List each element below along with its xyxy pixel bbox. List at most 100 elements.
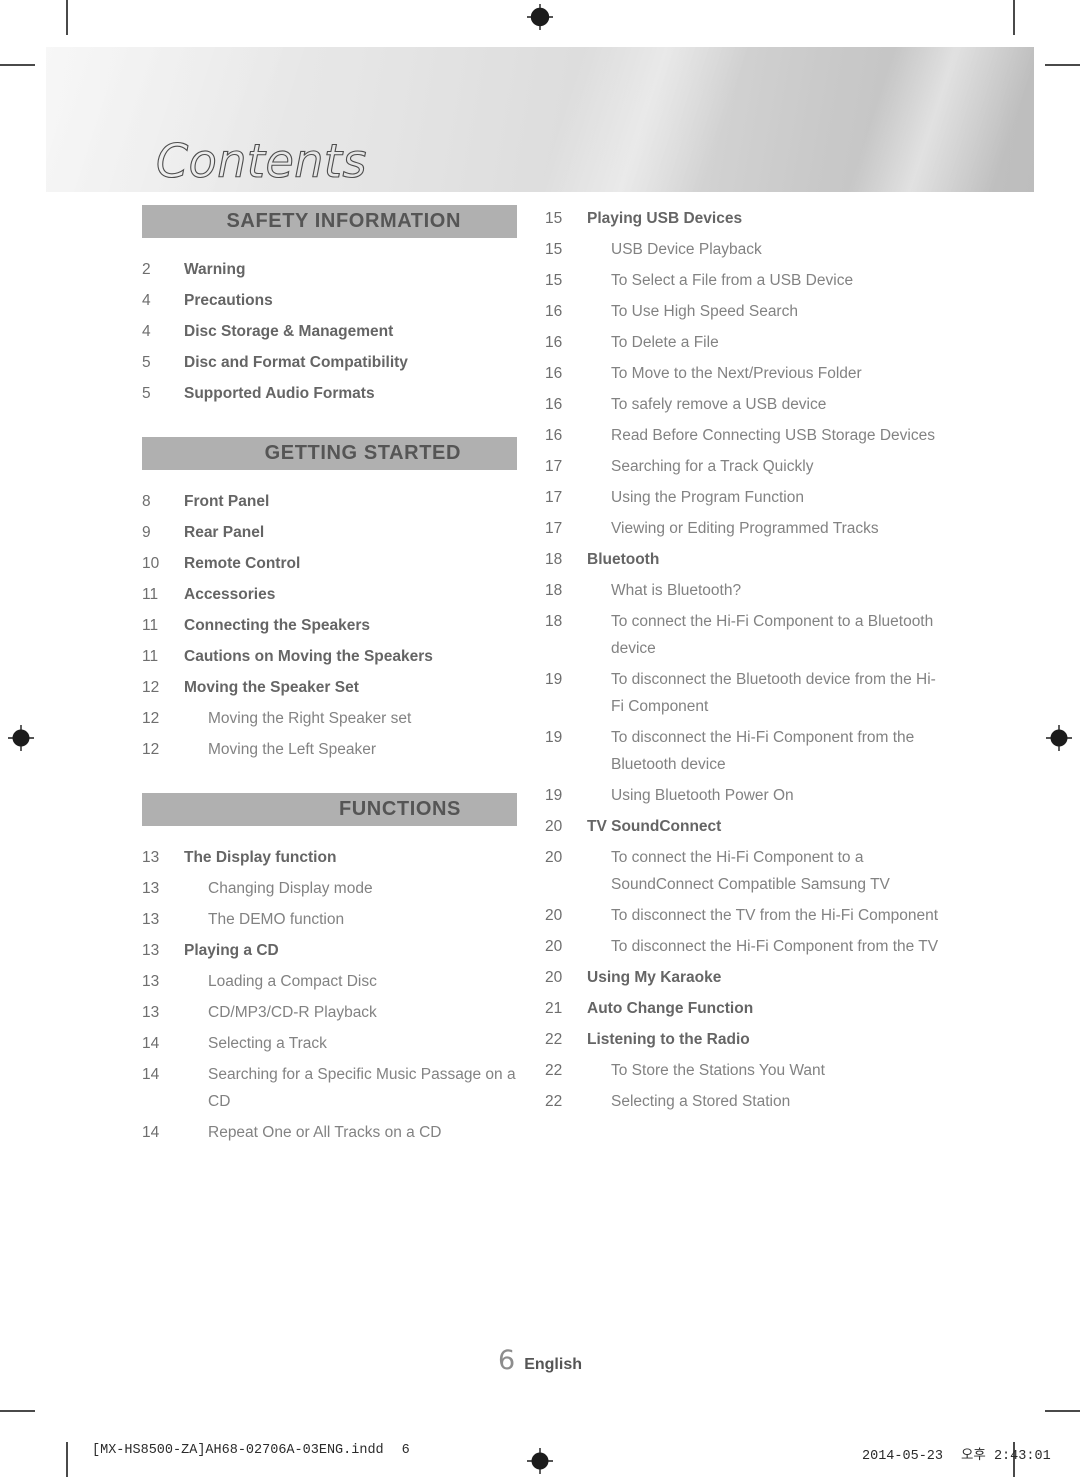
toc-entry[interactable]: 20 To connect the Hi-Fi Component to a So… <box>545 844 945 898</box>
toc-entry[interactable]: 16 To Use High Speed Search <box>545 298 945 325</box>
toc-entry-title: To safely remove a USB device <box>611 396 827 413</box>
toc-entry[interactable]: 12 Moving the Speaker Set <box>142 674 517 701</box>
toc-entry[interactable]: 16 To Delete a File <box>545 329 945 356</box>
toc-entry[interactable]: 5 Supported Audio Formats <box>142 380 517 407</box>
toc-entry-page-number: 8 <box>142 493 151 510</box>
toc-entry[interactable]: 10 Remote Control <box>142 550 517 577</box>
toc-entry-title: To disconnect the Hi-Fi Component from t… <box>611 938 939 955</box>
toc-entry-title: Auto Change Function <box>587 1000 754 1017</box>
toc-entry[interactable]: 17 Viewing or Editing Programmed Tracks <box>545 515 945 542</box>
toc-entry-title: Viewing or Editing Programmed Tracks <box>611 520 879 537</box>
toc-entry-page-number: 18 <box>545 582 563 599</box>
toc-entry-page-number: 12 <box>142 741 160 758</box>
toc-entry[interactable]: 13 Playing a CD <box>142 937 517 964</box>
toc-entry[interactable]: 16 To Move to the Next/Previous Folder <box>545 360 945 387</box>
toc-entry[interactable]: 4 Disc Storage & Management <box>142 318 517 345</box>
toc-entry-title: Cautions on Moving the Speakers <box>184 648 433 665</box>
toc-entry[interactable]: 14 Repeat One or All Tracks on a CD <box>142 1119 517 1146</box>
toc-entry-page-number: 4 <box>142 292 151 309</box>
toc-entry-page-number: 14 <box>142 1035 160 1052</box>
toc-entry-title: Loading a Compact Disc <box>208 973 377 990</box>
toc-entry-page-number: 20 <box>545 907 563 924</box>
toc-entry-title: CD/MP3/CD-R Playback <box>208 1004 377 1021</box>
toc-entry[interactable]: 13 The DEMO function <box>142 906 517 933</box>
toc-section-header: FUNCTIONS <box>142 793 517 826</box>
footer-language: English <box>524 1356 582 1373</box>
toc-entry[interactable]: 22 Listening to the Radio <box>545 1026 945 1053</box>
toc-entry[interactable]: 4 Precautions <box>142 287 517 314</box>
crop-mark-top-left-horizontal <box>0 64 35 66</box>
toc-entry[interactable]: 14 Selecting a Track <box>142 1030 517 1057</box>
toc-entry[interactable]: 9 Rear Panel <box>142 519 517 546</box>
toc-entry-page-number: 9 <box>142 524 151 541</box>
toc-entry[interactable]: 15 Playing USB Devices <box>545 205 945 232</box>
toc-entry-title: Disc Storage & Management <box>184 323 394 340</box>
toc-entry[interactable]: 19 To disconnect the Hi-Fi Component from… <box>545 724 945 778</box>
toc-entry-page-number: 16 <box>545 303 563 320</box>
toc-entry[interactable]: 16 To safely remove a USB device <box>545 391 945 418</box>
toc-entry[interactable]: 13 The Display function <box>142 844 517 871</box>
crop-mark-bottom-left-vertical <box>66 1442 68 1477</box>
toc-entry-title: Precautions <box>184 292 273 309</box>
toc-entry-page-number: 13 <box>142 973 160 990</box>
toc-entry[interactable]: 16 Read Before Connecting USB Storage Dev… <box>545 422 945 449</box>
toc-entry-title: To connect the Hi-Fi Component to a Blue… <box>611 613 934 657</box>
toc-entry[interactable]: 20 To disconnect the TV from the Hi-Fi Co… <box>545 902 945 929</box>
production-time: 오후 2:43:01 <box>961 1449 1051 1464</box>
toc-entry[interactable]: 19 Using Bluetooth Power On <box>545 782 945 809</box>
toc-section-header-label: GETTING STARTED <box>264 442 461 464</box>
toc-entry-page-number: 16 <box>545 427 563 444</box>
toc-entry-title: To disconnect the TV from the Hi-Fi Comp… <box>611 907 939 924</box>
toc-entry[interactable]: 18 To connect the Hi-Fi Component to a Bl… <box>545 608 945 662</box>
crop-mark-bottom-left-horizontal <box>0 1410 35 1412</box>
registration-mark-right-middle <box>1046 725 1072 751</box>
toc-entry[interactable]: 17 Using the Program Function <box>545 484 945 511</box>
toc-entry-page-number: 14 <box>142 1066 160 1083</box>
toc-entry-page-number: 22 <box>545 1093 563 1110</box>
toc-entry-page-number: 18 <box>545 551 563 568</box>
toc-entry[interactable]: 21 Auto Change Function <box>545 995 945 1022</box>
page-header-banner: Contents <box>46 47 1034 192</box>
page-footer: 6 English <box>0 1345 1080 1376</box>
toc-entry[interactable]: 18 Bluetooth <box>545 546 945 573</box>
toc-entry[interactable]: 15 To Select a File from a USB Device <box>545 267 945 294</box>
toc-entry[interactable]: 22 Selecting a Stored Station <box>545 1088 945 1115</box>
toc-entry[interactable]: 5 Disc and Format Compatibility <box>142 349 517 376</box>
toc-entry[interactable]: 12 Moving the Left Speaker <box>142 736 517 763</box>
toc-entry[interactable]: 11 Connecting the Speakers <box>142 612 517 639</box>
toc-entry[interactable]: 20 Using My Karaoke <box>545 964 945 991</box>
toc-entry[interactable]: 13 Loading a Compact Disc <box>142 968 517 995</box>
toc-entry[interactable]: 13 Changing Display mode <box>142 875 517 902</box>
production-file-info: [MX-HS8500-ZA]AH68-02706A-03ENG.indd 6 <box>92 1443 410 1458</box>
toc-entry-title: Selecting a Track <box>208 1035 327 1052</box>
toc-entry[interactable]: 11 Accessories <box>142 581 517 608</box>
toc-entry-title: Connecting the Speakers <box>184 617 371 634</box>
toc-entry[interactable]: 12 Moving the Right Speaker set <box>142 705 517 732</box>
toc-entry-page-number: 19 <box>545 671 563 688</box>
toc-entry-page-number: 15 <box>545 210 563 227</box>
toc-entry-page-number: 18 <box>545 613 563 630</box>
toc-entry[interactable]: 11 Cautions on Moving the Speakers <box>142 643 517 670</box>
toc-entry[interactable]: 13 CD/MP3/CD-R Playback <box>142 999 517 1026</box>
toc-entry[interactable]: 19 To disconnect the Bluetooth device fro… <box>545 666 945 720</box>
toc-entry[interactable]: 2 Warning <box>142 256 517 283</box>
toc-column-left: SAFETY INFORMATION 2 Warning 4 Precautions 4 D… <box>142 205 517 1150</box>
toc-entry[interactable]: 22 To Store the Stations You Want <box>545 1057 945 1084</box>
page-title: Contents <box>155 133 367 188</box>
production-date: 2014-05-23 <box>862 1449 944 1464</box>
toc-entry-page-number: 2 <box>142 261 151 278</box>
toc-entry[interactable]: 20 To disconnect the Hi-Fi Component from… <box>545 933 945 960</box>
toc-entry[interactable]: 8 Front Panel <box>142 488 517 515</box>
toc-entry[interactable]: 15 USB Device Playback <box>545 236 945 263</box>
toc-entry-page-number: 4 <box>142 323 151 340</box>
toc-entry-title: Remote Control <box>184 555 301 572</box>
footer-page-number: 6 <box>498 1345 516 1376</box>
toc-entry[interactable]: 20 TV SoundConnect <box>545 813 945 840</box>
toc-section-header: SAFETY INFORMATION <box>142 205 517 238</box>
toc-entry[interactable]: 17 Searching for a Track Quickly <box>545 453 945 480</box>
toc-entry[interactable]: 18 What is Bluetooth? <box>545 577 945 604</box>
toc-entry-title: Using the Program Function <box>611 489 804 506</box>
toc-entry-title: Accessories <box>184 586 276 603</box>
toc-entry[interactable]: 14 Searching for a Specific Music Passage… <box>142 1061 517 1115</box>
